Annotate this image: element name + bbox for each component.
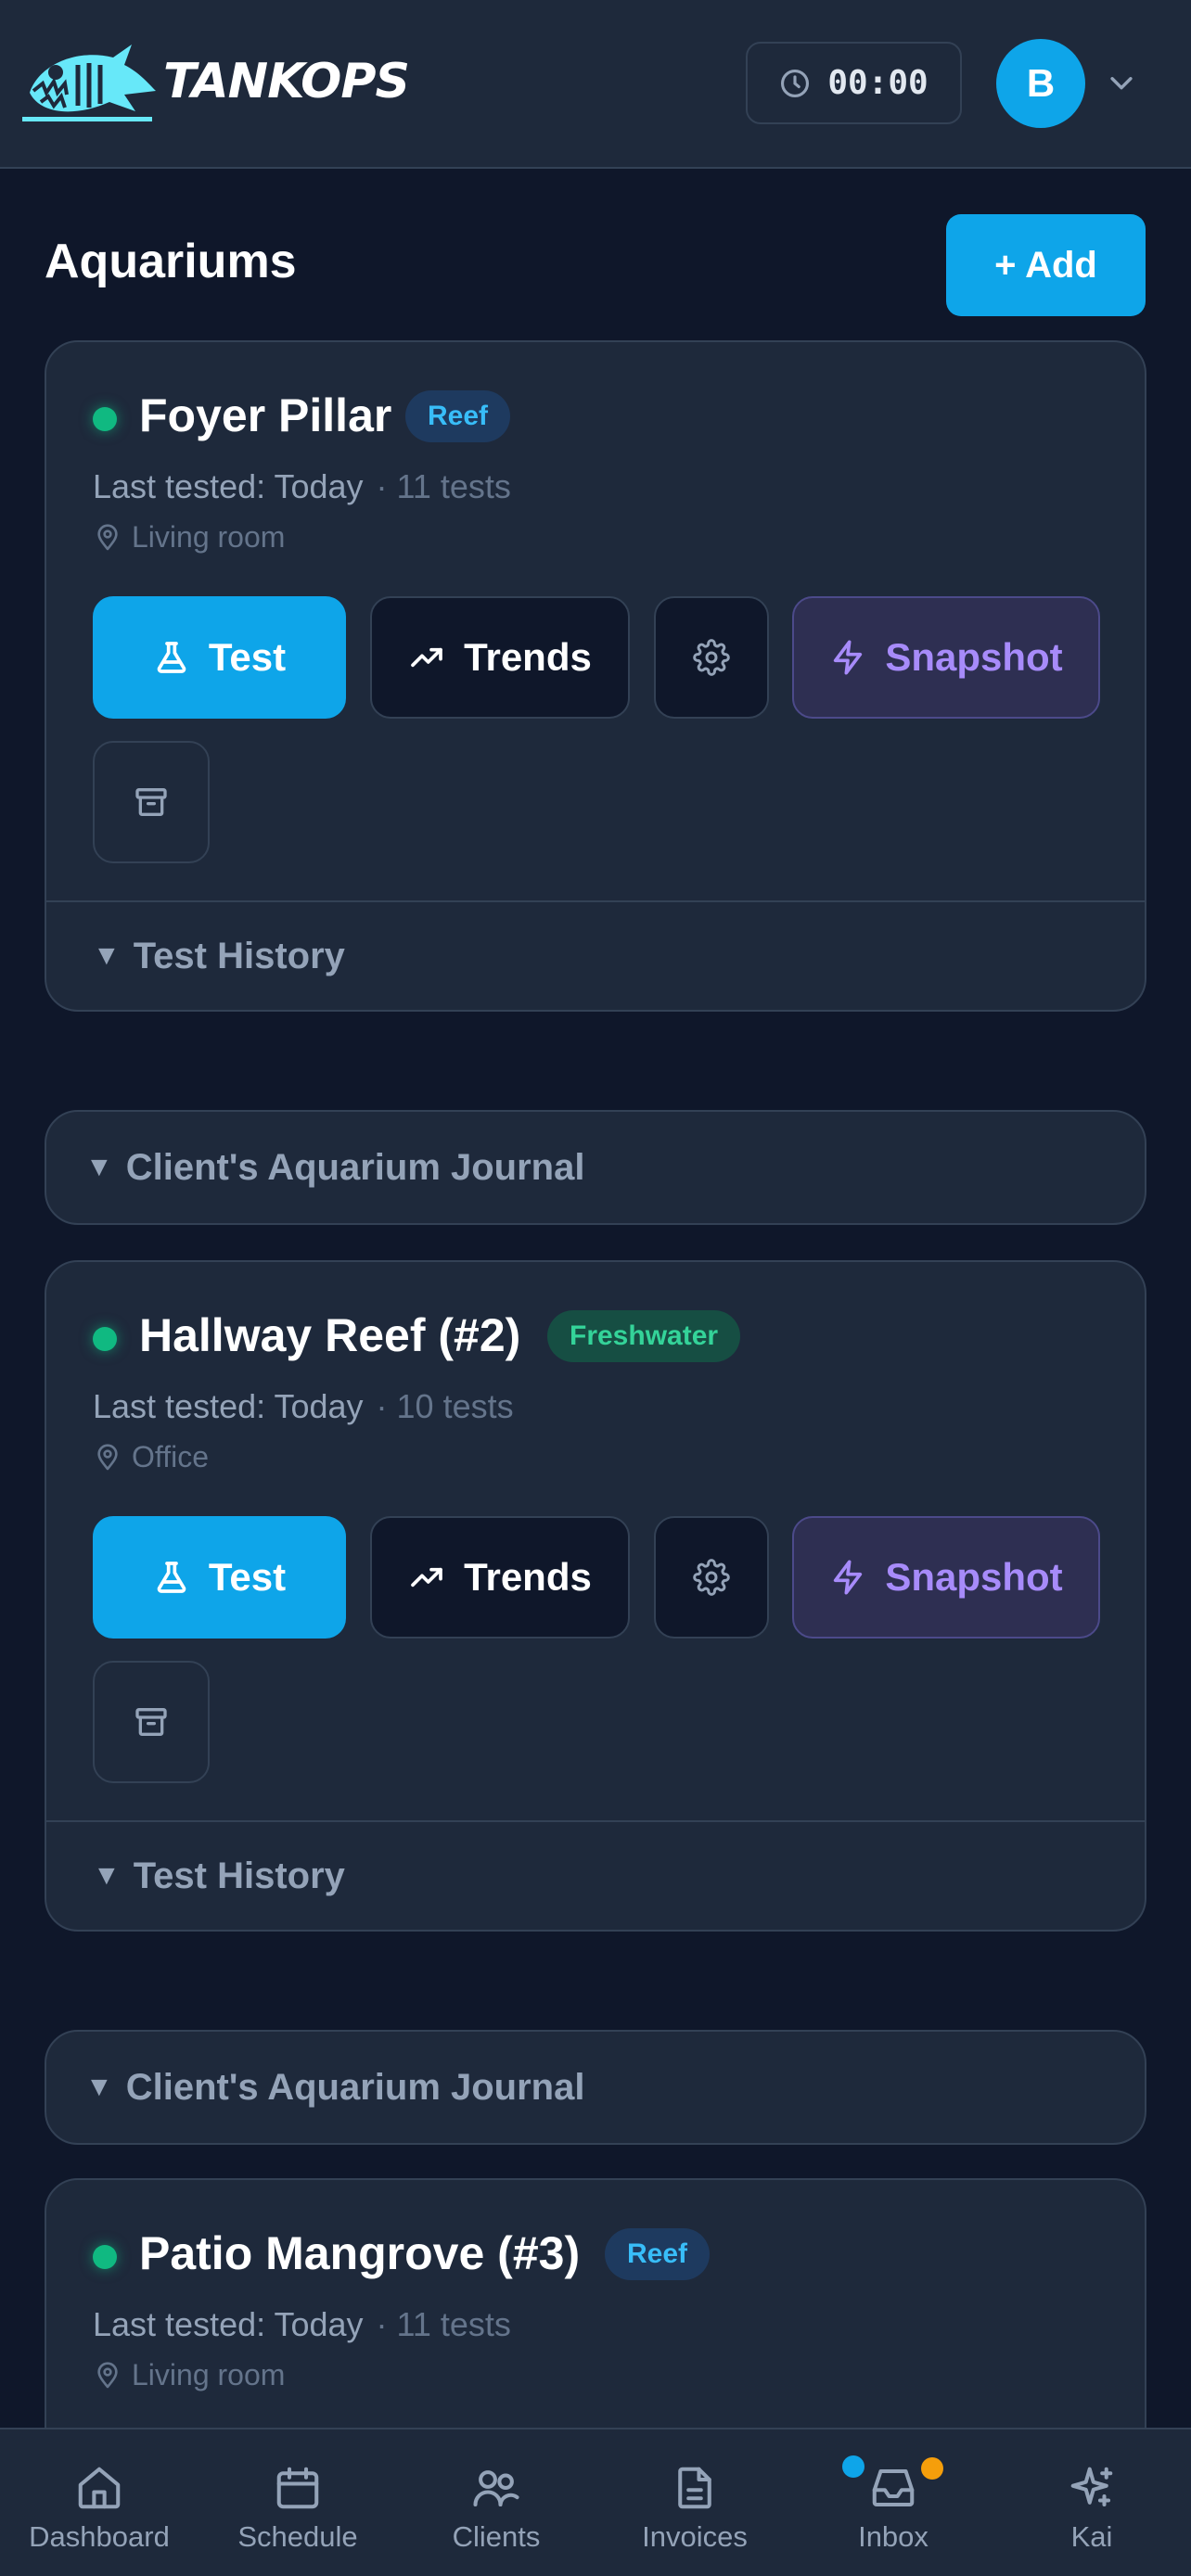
nav-label: Schedule	[237, 2520, 358, 2553]
document-icon	[678, 2467, 711, 2509]
triangle-down-icon: ▼	[85, 1152, 113, 1182]
calendar-icon	[276, 2467, 319, 2509]
snapshot-button[interactable]: Snapshot	[792, 1516, 1100, 1639]
timer-value: 00:00	[827, 64, 928, 102]
archive-icon	[135, 788, 167, 816]
sparkles-icon	[1070, 2467, 1113, 2507]
test-button[interactable]: Test	[93, 596, 346, 719]
map-pin-icon	[97, 523, 118, 550]
settings-button[interactable]	[654, 1516, 769, 1639]
nav-item-clients[interactable]: Clients	[397, 2429, 596, 2576]
test-label: Test	[208, 635, 287, 679]
aquarium-card: Hallway Reef (#2) Freshwater Last tested…	[45, 1260, 1146, 1932]
flask-icon	[157, 642, 186, 673]
status-indicator	[93, 2245, 117, 2269]
aquarium-journal-toggle[interactable]: ▼ Client's Aquarium Journal	[45, 2030, 1146, 2145]
map-pin-icon	[97, 2361, 118, 2388]
nav-item-schedule[interactable]: Schedule	[198, 2429, 397, 2576]
snapshot-label: Snapshot	[885, 635, 1063, 679]
snapshot-label: Snapshot	[885, 1555, 1063, 1599]
status-indicator	[93, 407, 117, 431]
nav-label: Inbox	[858, 2520, 928, 2553]
snapshot-button[interactable]: Snapshot	[792, 596, 1100, 719]
inbox-notification-dot-orange	[921, 2457, 943, 2480]
last-tested-info: Last tested: Today · 11 tests	[93, 2305, 511, 2344]
flask-icon	[157, 1562, 186, 1593]
inbox-notification-dot-blue	[842, 2455, 864, 2478]
trends-button[interactable]: Trends	[370, 1516, 630, 1639]
add-aquarium-button[interactable]: + Add	[946, 214, 1146, 316]
aquarium-name[interactable]: Foyer Pillar	[139, 389, 391, 442]
nav-label: Dashboard	[29, 2520, 170, 2553]
nav-label: Clients	[452, 2520, 541, 2553]
user-avatar[interactable]: B	[996, 39, 1085, 128]
last-tested-text: Last tested: Today	[93, 2305, 364, 2343]
triangle-down-icon: ▼	[85, 2072, 113, 2102]
gear-icon	[693, 639, 730, 676]
trends-button[interactable]: Trends	[370, 596, 630, 719]
location: Living room	[93, 2358, 285, 2392]
aquarium-name[interactable]: Patio Mangrove (#3)	[139, 2226, 580, 2280]
test-count: · 10 tests	[376, 1387, 514, 1425]
test-count: · 11 tests	[376, 2305, 511, 2343]
tankops-logo[interactable]: TANKOPS	[20, 37, 410, 126]
tank-type-badge: Freshwater	[547, 1310, 741, 1362]
brand-name: TANKOPS	[163, 54, 410, 109]
lightning-icon	[834, 1560, 863, 1595]
location-text: Living room	[132, 2358, 286, 2391]
aquarium-name[interactable]: Hallway Reef (#2)	[139, 1308, 520, 1362]
nav-item-inbox[interactable]: Inbox	[794, 2429, 992, 2576]
triangle-down-icon: ▼	[93, 940, 121, 971]
tank-type-badge: Reef	[605, 2228, 711, 2280]
last-tested-text: Last tested: Today	[93, 1387, 364, 1425]
triangle-down-icon: ▼	[93, 1860, 121, 1891]
test-history-toggle[interactable]: ▼ Test History	[46, 1820, 1145, 1930]
nav-item-dashboard[interactable]: Dashboard	[0, 2429, 198, 2576]
trends-label: Trends	[464, 635, 592, 679]
app-header: TANKOPS 00:00 B	[0, 0, 1191, 169]
home-icon	[78, 2467, 121, 2509]
map-pin-icon	[97, 1443, 118, 1470]
timer-button[interactable]: 00:00	[746, 42, 962, 124]
tank-type-badge: Reef	[405, 390, 511, 442]
page-title: Aquariums	[45, 235, 297, 288]
journal-label: Client's Aquarium Journal	[125, 1146, 585, 1188]
nav-item-kai[interactable]: Kai	[992, 2429, 1191, 2576]
test-history-toggle[interactable]: ▼ Test History	[46, 900, 1145, 1010]
test-count: · 11 tests	[376, 467, 511, 505]
lightning-icon	[834, 640, 863, 675]
nav-label: Kai	[1070, 2520, 1113, 2553]
location-text: Living room	[132, 520, 286, 554]
nav-label: Invoices	[642, 2520, 748, 2553]
bottom-nav: Dashboard Schedule Clients Invoices Inbo…	[0, 2428, 1191, 2576]
trending-up-icon	[411, 647, 442, 668]
test-button[interactable]: Test	[93, 1516, 346, 1639]
aquarium-journal-toggle[interactable]: ▼ Client's Aquarium Journal	[45, 1110, 1146, 1225]
last-tested-info: Last tested: Today · 10 tests	[93, 1387, 514, 1426]
trends-label: Trends	[464, 1555, 592, 1599]
status-indicator	[93, 1327, 117, 1351]
archive-button[interactable]	[93, 1661, 210, 1783]
users-icon	[473, 2470, 519, 2507]
trending-up-icon	[411, 1567, 442, 1588]
archive-button[interactable]	[93, 741, 210, 863]
location: Living room	[93, 520, 285, 555]
nav-item-invoices[interactable]: Invoices	[596, 2429, 794, 2576]
location: Office	[93, 1440, 209, 1474]
gear-icon	[693, 1559, 730, 1596]
last-tested-info: Last tested: Today · 11 tests	[93, 467, 511, 506]
chevron-down-icon[interactable]	[1106, 67, 1137, 98]
journal-label: Client's Aquarium Journal	[125, 2066, 585, 2108]
aquarium-card: Foyer Pillar Reef Last tested: Today · 11…	[45, 340, 1146, 1012]
location-text: Office	[132, 1440, 209, 1473]
test-label: Test	[208, 1555, 287, 1599]
last-tested-text: Last tested: Today	[93, 467, 364, 505]
settings-button[interactable]	[654, 596, 769, 719]
clock-icon	[781, 69, 810, 97]
piranha-logo-icon	[22, 45, 156, 121]
test-history-label: Test History	[133, 935, 345, 976]
test-history-label: Test History	[133, 1855, 345, 1896]
inbox-icon	[872, 2468, 915, 2507]
archive-icon	[135, 1708, 167, 1736]
